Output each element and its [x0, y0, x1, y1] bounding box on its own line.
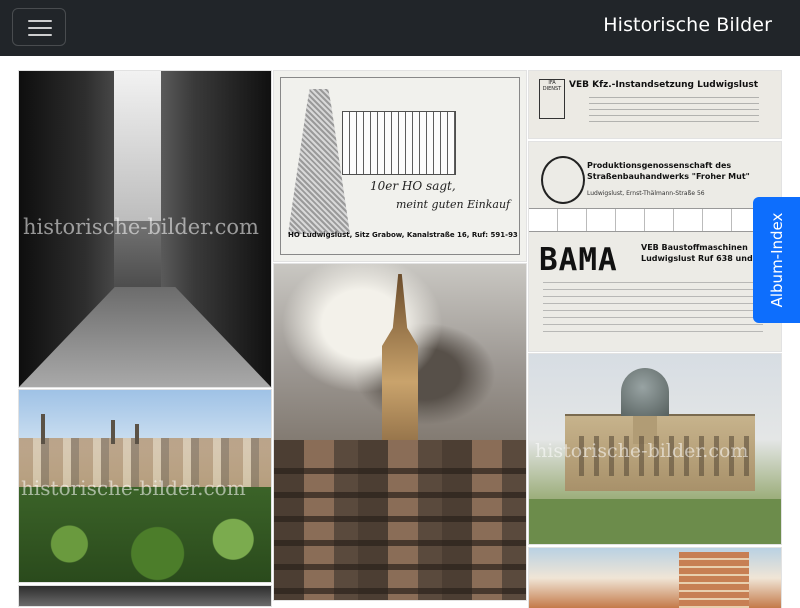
album-index-button[interactable]: Album-Index	[753, 197, 800, 323]
pgh-logo-icon	[541, 156, 585, 204]
gallery-image-park-view[interactable]: historische-bilder.com	[19, 390, 271, 582]
pgh-subtitle: Ludwigslust, Ernst-Thälmann-Straße 56	[587, 190, 705, 197]
ad-title: VEB Kfz.-Instandsetzung Ludwigslust	[569, 80, 759, 90]
ad-address: HO Ludwigslust, Sitz Grabow, Kanalstraße…	[288, 231, 518, 239]
gallery-image-burning-church[interactable]	[274, 264, 526, 600]
gallery-image-partial[interactable]	[19, 586, 271, 606]
gallery-image-veb-kfz-advertisement[interactable]: IFA DIENST VEB Kfz.-Instandsetzung Ludwi…	[529, 71, 781, 138]
top-navbar: Historische Bilder	[0, 0, 800, 56]
gallery-image-partial-colorized[interactable]	[529, 548, 781, 608]
pgh-title: Produktionsgenossenschaft des Straßenbau…	[587, 161, 750, 181]
ad-slogan-line2: meint guten Einkauf	[396, 198, 511, 211]
ad-slogan-line1: 10er HO sagt,	[370, 179, 456, 193]
hamburger-menu-icon[interactable]	[12, 8, 66, 46]
gallery-image-synagogue[interactable]: historische-bilder.com	[529, 354, 781, 544]
bama-title: VEB Baustoffmaschinen Ludwigslust Ruf 63…	[641, 243, 762, 263]
album-index-label: Album-Index	[767, 212, 786, 308]
gallery-image-ho-advertisement[interactable]: 10er HO sagt, meint guten Einkauf HO Lud…	[274, 71, 526, 261]
bama-logo: BAMA	[539, 242, 618, 278]
gallery-image-narrow-street[interactable]: historische-bilder.com	[19, 71, 271, 387]
gallery-image-pgh-bama-advertisement[interactable]: Produktionsgenossenschaft des Straßenbau…	[529, 142, 781, 351]
brand-title[interactable]: Historische Bilder	[603, 14, 772, 36]
ifa-logo: IFA DIENST	[539, 79, 565, 119]
